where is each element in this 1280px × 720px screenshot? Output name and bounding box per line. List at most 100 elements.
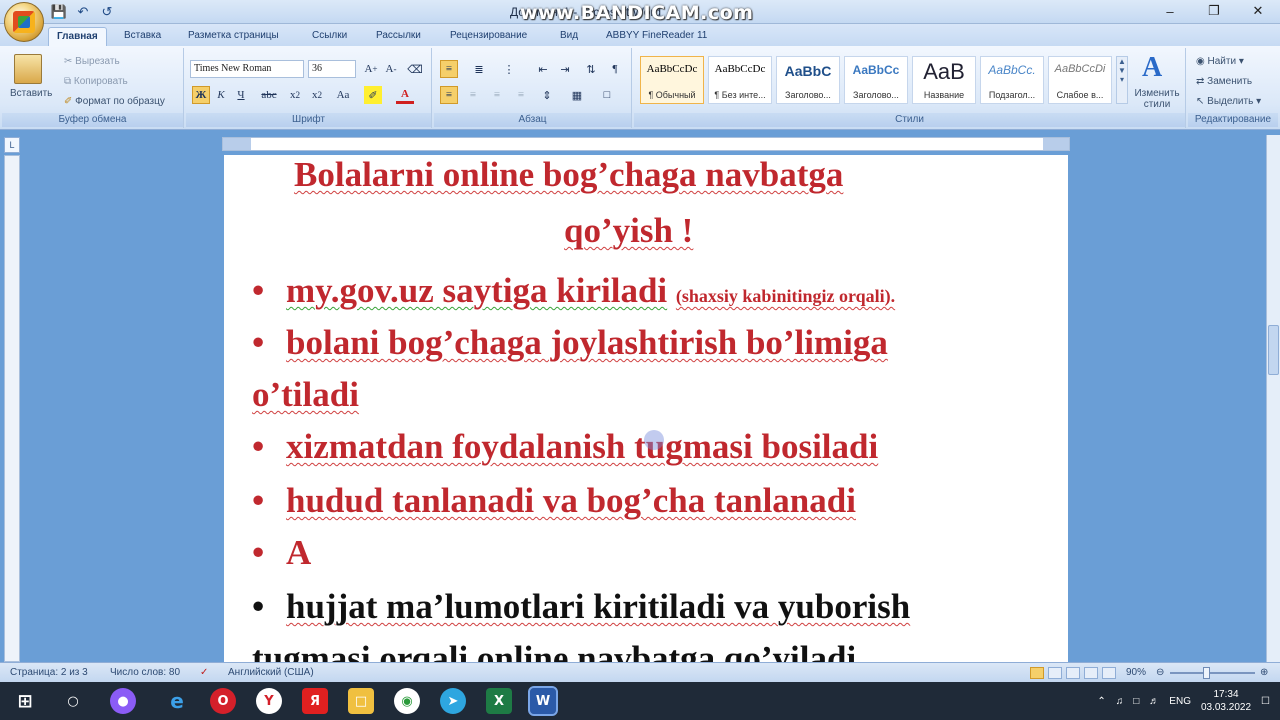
tab-insert[interactable]: Вставка [116,27,169,46]
tab-review[interactable]: Рецензирование [442,27,535,46]
zoom-slider[interactable] [1170,672,1255,674]
close-icon[interactable]: ✕ [1236,0,1280,22]
format-painter-button[interactable]: ✐ Формат по образцу [64,96,165,107]
change-styles-icon[interactable]: A [1142,52,1162,84]
tab-abbyy[interactable]: ABBYY FineReader 11 [598,27,715,46]
style-normal[interactable]: AaBbCcDc ¶ Обычный [640,56,704,104]
file-explorer-icon[interactable]: □ [348,688,374,714]
shrink-font-icon[interactable]: A- [382,60,400,78]
find-button[interactable]: ◉ Найти ▾ [1196,56,1244,67]
align-center-icon[interactable]: ≡ [464,86,482,104]
tab-home[interactable]: Главная [48,27,107,46]
multilevel-list-icon[interactable]: ⋮ [500,60,518,78]
line-spacing-icon[interactable]: ⇕ [538,86,556,104]
paste-icon[interactable] [14,54,42,84]
sort-icon[interactable]: ⇅ [582,60,600,78]
yandex-icon[interactable]: Я [302,688,328,714]
change-case-icon[interactable]: Aa [334,86,352,104]
tab-view[interactable]: Вид [552,27,586,46]
subscript-icon[interactable]: x2 [286,86,304,104]
style-heading-1[interactable]: AaBbC Заголово... [776,56,840,104]
style-heading-2[interactable]: AaBbCc Заголово... [844,56,908,104]
copy-button[interactable]: ⧉ Копировать [64,76,128,87]
select-button[interactable]: ↖ Выделить ▾ [1196,96,1261,107]
show-marks-icon[interactable]: ¶ [606,60,624,78]
shading-icon[interactable]: ▦ [568,86,586,104]
opera-icon[interactable]: O [210,688,236,714]
styles-scroll-icon[interactable]: ▲ ▼ ▾ [1116,56,1128,104]
restore-icon[interactable]: ❐ [1192,0,1236,22]
edge-icon[interactable]: e [164,688,190,714]
zoom-slider-handle[interactable] [1203,667,1210,679]
font-size-select[interactable]: 36 [308,60,356,78]
redo-icon[interactable]: ↺ [98,3,116,21]
clock[interactable]: 17:34 03.03.2022 [1201,688,1251,714]
numbering-icon[interactable]: ≣ [470,60,488,78]
increase-indent-icon[interactable]: ⇥ [556,60,574,78]
bold-icon[interactable]: Ж [192,86,210,104]
web-layout-icon[interactable] [1066,667,1080,679]
excel-icon[interactable]: X [486,688,512,714]
style-name: Название [923,90,965,100]
save-icon[interactable]: 💾 [50,3,68,21]
cut-button[interactable]: ✂ Вырезать [64,56,120,67]
page-count[interactable]: Страница: 2 из 3 [10,667,88,678]
format-painter-label: Формат по образцу [75,96,165,107]
tab-mailings[interactable]: Рассылки [368,27,429,46]
undo-icon[interactable]: ↶ [74,3,92,21]
spellcheck-icon[interactable]: ✓ [200,667,208,678]
borders-icon[interactable]: □ [598,86,616,104]
document-page[interactable]: Bolalarni online bog’chaga navbatga qo’y… [224,155,1068,662]
telegram-icon[interactable]: ➤ [440,688,466,714]
chrome-icon[interactable]: ◉ [394,688,420,714]
change-styles-button[interactable]: Изменить стили [1132,88,1182,110]
language-tray[interactable]: ENG [1169,696,1191,707]
minimize-icon[interactable]: – [1148,0,1192,22]
strikethrough-icon[interactable]: abc [260,86,278,104]
alice-icon[interactable]: ● [110,688,136,714]
style-title[interactable]: AaB Название [912,56,976,104]
tab-references[interactable]: Ссылки [304,27,355,46]
notifications-icon[interactable]: ☐ [1261,696,1270,707]
clear-format-icon[interactable]: ⌫ [406,60,424,78]
bullets-icon[interactable]: ≡ [440,60,458,78]
grow-font-icon[interactable]: A + [362,60,380,78]
outline-icon[interactable] [1084,667,1098,679]
align-left-icon[interactable]: ≡ [440,86,458,104]
italic-icon[interactable]: К [212,86,230,104]
zoom-in-icon[interactable]: ⊕ [1260,667,1268,678]
microphone-icon[interactable]: ♫ [1116,696,1124,707]
tab-page-layout[interactable]: Разметка страницы [180,27,287,46]
style-subtitle[interactable]: AaBbCc. Подзагол... [980,56,1044,104]
office-button[interactable] [4,2,44,42]
search-icon[interactable]: ○ [60,688,86,714]
superscript-icon[interactable]: x2 [308,86,326,104]
paste-button[interactable]: Вставить [10,88,52,99]
scroll-thumb[interactable] [1268,325,1279,375]
tray-expand-icon[interactable]: ⌃ [1097,696,1105,707]
font-family-select[interactable]: Times New Roman [190,60,304,78]
draft-icon[interactable] [1102,667,1116,679]
volume-icon[interactable]: ♬ [1149,696,1159,707]
vertical-scrollbar[interactable] [1266,135,1280,662]
zoom-out-icon[interactable]: ⊖ [1156,667,1164,678]
justify-icon[interactable]: ≡ [512,86,530,104]
word-icon[interactable]: W [528,686,558,716]
print-layout-icon[interactable] [1030,667,1044,679]
underline-icon[interactable]: Ч [232,86,250,104]
style-subtle-emphasis[interactable]: AaBbCcDi Слабое в... [1048,56,1112,104]
word-count[interactable]: Число слов: 80 [110,667,180,678]
decrease-indent-icon[interactable]: ⇤ [534,60,552,78]
tab-selector-button[interactable]: L [4,137,20,153]
font-color-icon[interactable]: A [396,86,414,104]
zoom-level[interactable]: 90% [1126,667,1146,678]
yandex-browser-icon[interactable]: Y [256,688,282,714]
network-icon[interactable]: □ [1133,696,1139,707]
windows-start-icon[interactable]: ⊞ [12,688,38,714]
style-no-spacing[interactable]: AaBbCcDc ¶ Без инте... [708,56,772,104]
highlight-icon[interactable]: ✐ [364,86,382,104]
full-screen-reading-icon[interactable] [1048,667,1062,679]
replace-button[interactable]: ⇄ Заменить [1196,76,1252,87]
align-right-icon[interactable]: ≡ [488,86,506,104]
language-indicator[interactable]: Английский (США) [228,667,314,678]
